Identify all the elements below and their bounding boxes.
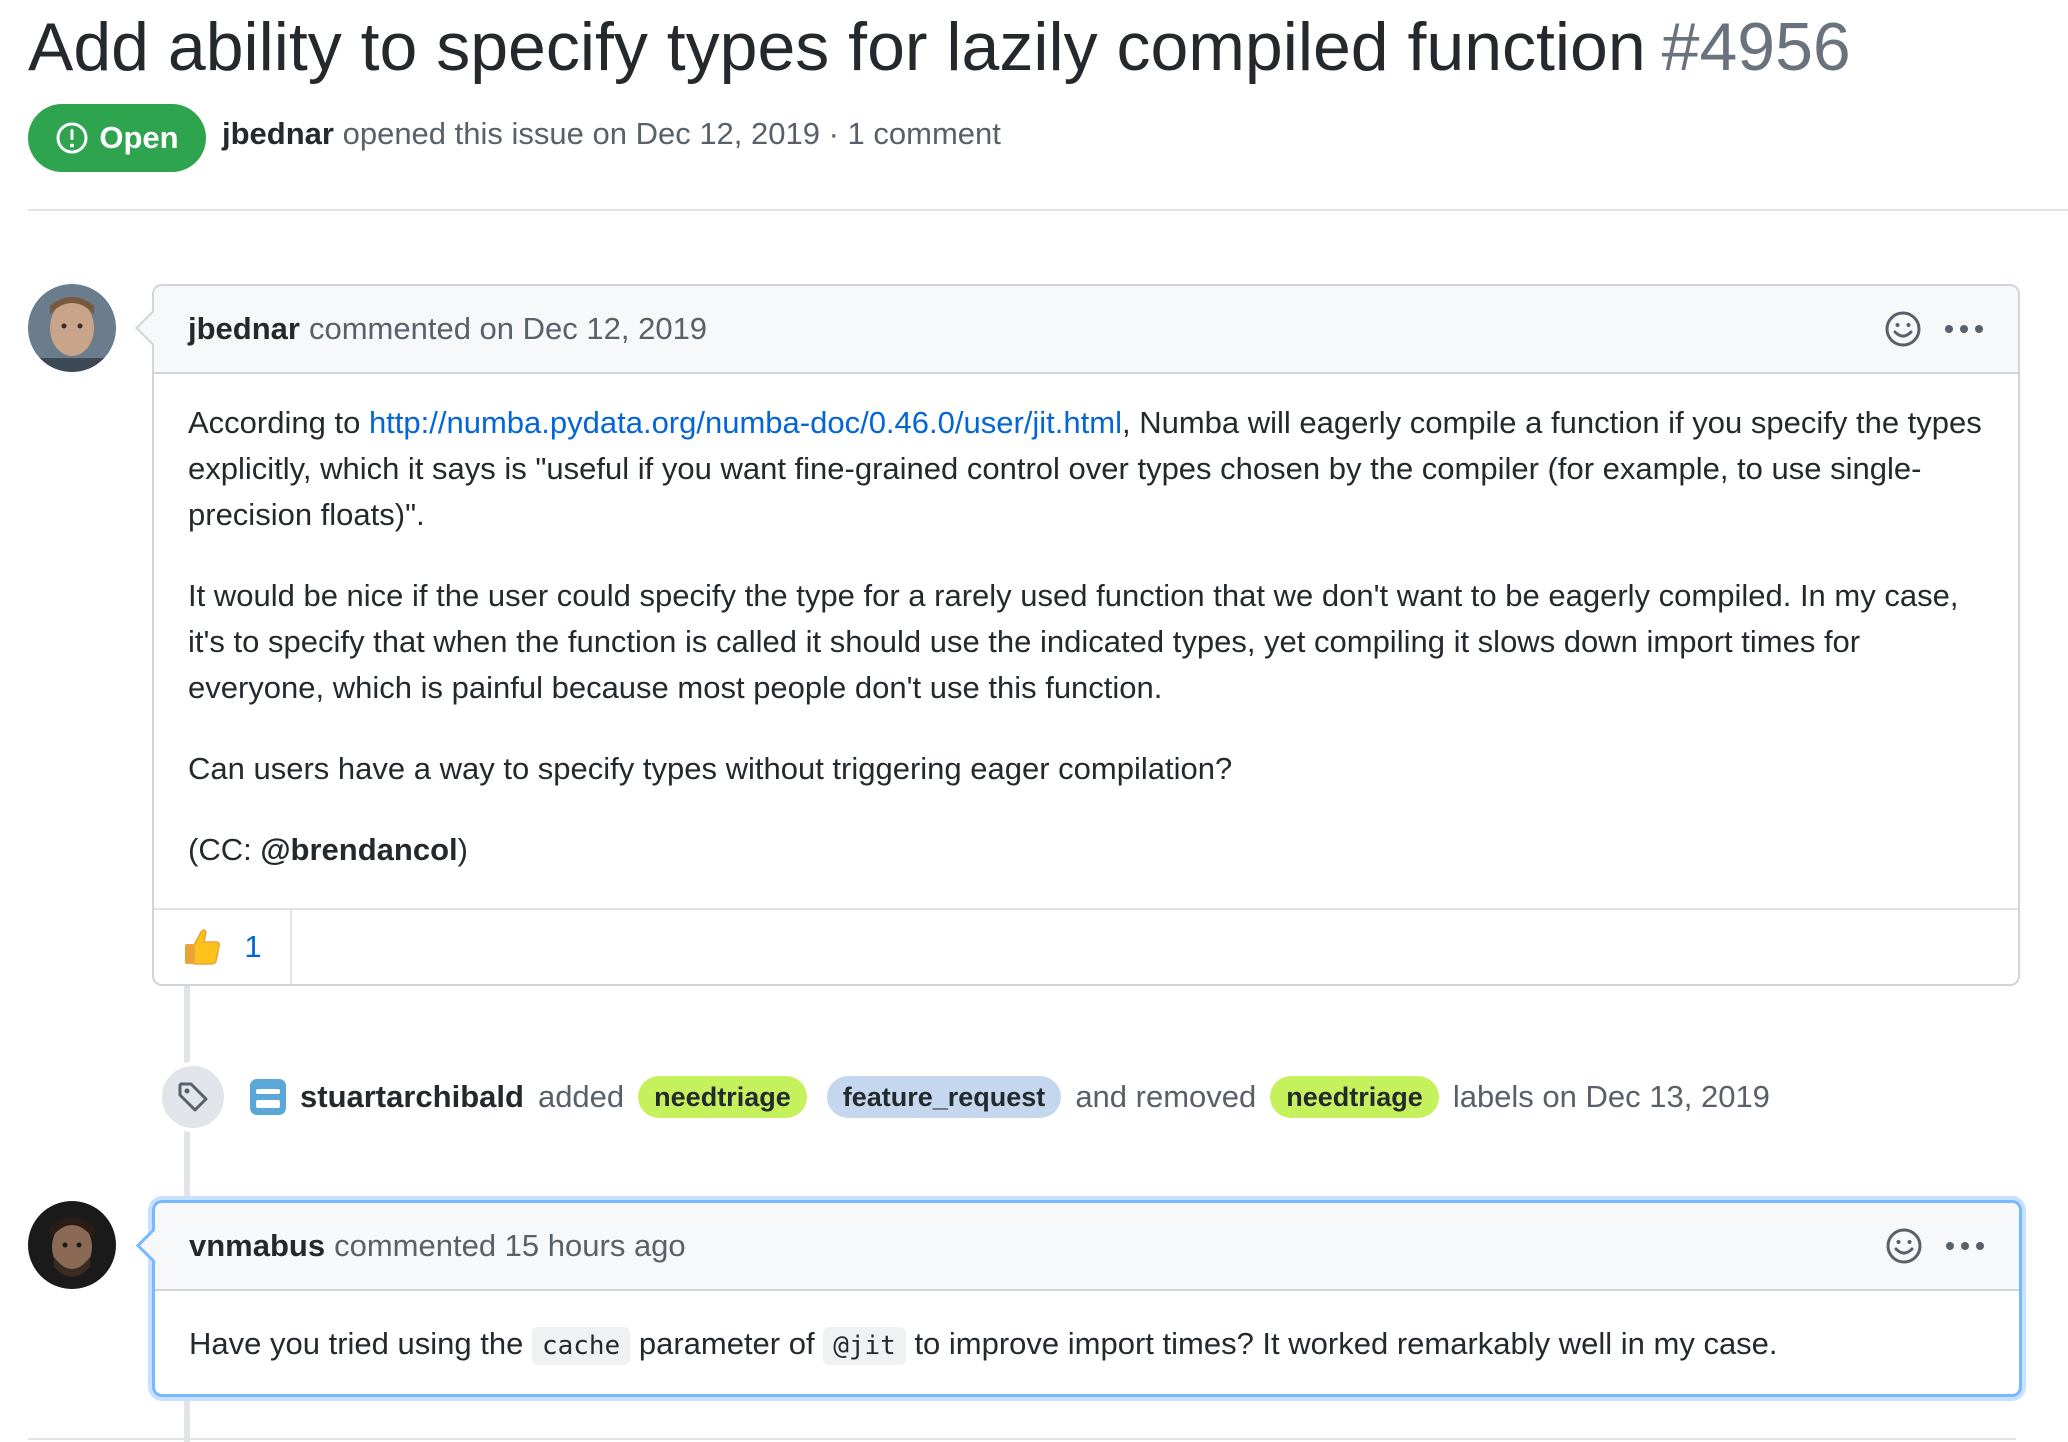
event-suffix[interactable]: labels on Dec 13, 2019 <box>1453 1079 1770 1115</box>
issue-author-link[interactable]: jbednar <box>222 116 334 151</box>
issue-title: Add ability to specify types for lazily … <box>28 6 1851 88</box>
comment-paragraph: According to http://numba.pydata.org/num… <box>188 400 1984 538</box>
footer-divider <box>28 1438 2016 1440</box>
mention-brendancol[interactable]: @brendancol <box>260 832 457 867</box>
comment-jbednar: jbednar commented on Dec 12, 2019 Accord… <box>135 284 2020 986</box>
issue-state-label: Open <box>99 120 179 155</box>
issue-meta: jbednar opened this issue on Dec 12, 201… <box>222 116 1001 152</box>
issue-state-badge: Open <box>28 104 206 172</box>
avatar-jbednar[interactable] <box>28 284 116 372</box>
label-event: stuartarchibald added needtriage feature… <box>158 1062 1774 1132</box>
smiley-icon[interactable] <box>1884 310 1922 348</box>
comment-meta[interactable]: commented 15 hours ago <box>334 1228 686 1264</box>
comment-actions <box>1885 1203 1985 1289</box>
comment-paragraph: It would be nice if the user could speci… <box>188 578 1959 705</box>
event-badge <box>158 1062 228 1132</box>
avatar-vnmabus[interactable] <box>28 1201 116 1289</box>
comment-author[interactable]: jbednar <box>188 311 300 347</box>
inline-code-jit: @jit <box>823 1327 906 1365</box>
event-actor[interactable]: stuartarchibald <box>300 1079 524 1115</box>
bot-icon[interactable] <box>248 1077 288 1117</box>
issue-opened-icon <box>56 122 88 154</box>
text-span: to improve import times? It worked remar… <box>905 1326 1778 1361</box>
numba-doc-link[interactable]: http://numba.pydata.org/numba-doc/0.46.0… <box>369 405 1122 440</box>
comment-paragraph: Have you tried using the cache parameter… <box>189 1321 1985 1369</box>
text-span: ) <box>457 832 468 867</box>
tag-icon <box>178 1082 208 1112</box>
event-removed-text: and removed <box>1075 1079 1257 1114</box>
reactions-bar: 1 <box>154 908 2018 984</box>
issue-opened-text: opened this issue on Dec 12, 2019 · 1 co… <box>342 116 1001 151</box>
smiley-icon[interactable] <box>1885 1227 1923 1265</box>
text-span: Have you tried using the <box>189 1326 532 1361</box>
text-span: parameter of <box>630 1326 824 1361</box>
comment-header: jbednar commented on Dec 12, 2019 <box>154 286 2018 374</box>
label-needtriage[interactable]: needtriage <box>638 1076 807 1118</box>
kebab-icon[interactable] <box>1945 1241 1985 1251</box>
comment-meta[interactable]: commented on Dec 12, 2019 <box>309 311 707 347</box>
reaction-count: 1 <box>244 929 262 964</box>
text-span: According to <box>188 405 369 440</box>
comment-vnmabus: vnmabus commented 15 hours ago Have you … <box>135 1200 2022 1397</box>
comment-actions <box>1884 286 1984 372</box>
label-needtriage-removed[interactable]: needtriage <box>1270 1076 1439 1118</box>
thumbs-up-reaction[interactable]: 1 <box>154 910 292 984</box>
comment-header: vnmabus commented 15 hours ago <box>155 1203 2019 1291</box>
header-divider <box>28 209 2068 211</box>
comment-body: According to http://numba.pydata.org/num… <box>154 374 2018 873</box>
comment-author[interactable]: vnmabus <box>189 1228 325 1264</box>
kebab-icon[interactable] <box>1944 324 1984 334</box>
comment-paragraph: Can users have a way to specify types wi… <box>188 751 1233 786</box>
issue-number: #4956 <box>1661 9 1851 85</box>
issue-title-text: Add ability to specify types for lazily … <box>28 9 1646 85</box>
comment-body: Have you tried using the cache parameter… <box>155 1291 2019 1394</box>
text-span: (CC: <box>188 832 261 867</box>
label-feature-request[interactable]: feature_request <box>826 1076 1062 1118</box>
inline-code-cache: cache <box>531 1327 631 1365</box>
comment-paragraph: (CC: @brendancol) <box>188 827 1984 873</box>
event-added-text: added <box>537 1079 625 1114</box>
thumbs-up-icon <box>185 929 221 965</box>
